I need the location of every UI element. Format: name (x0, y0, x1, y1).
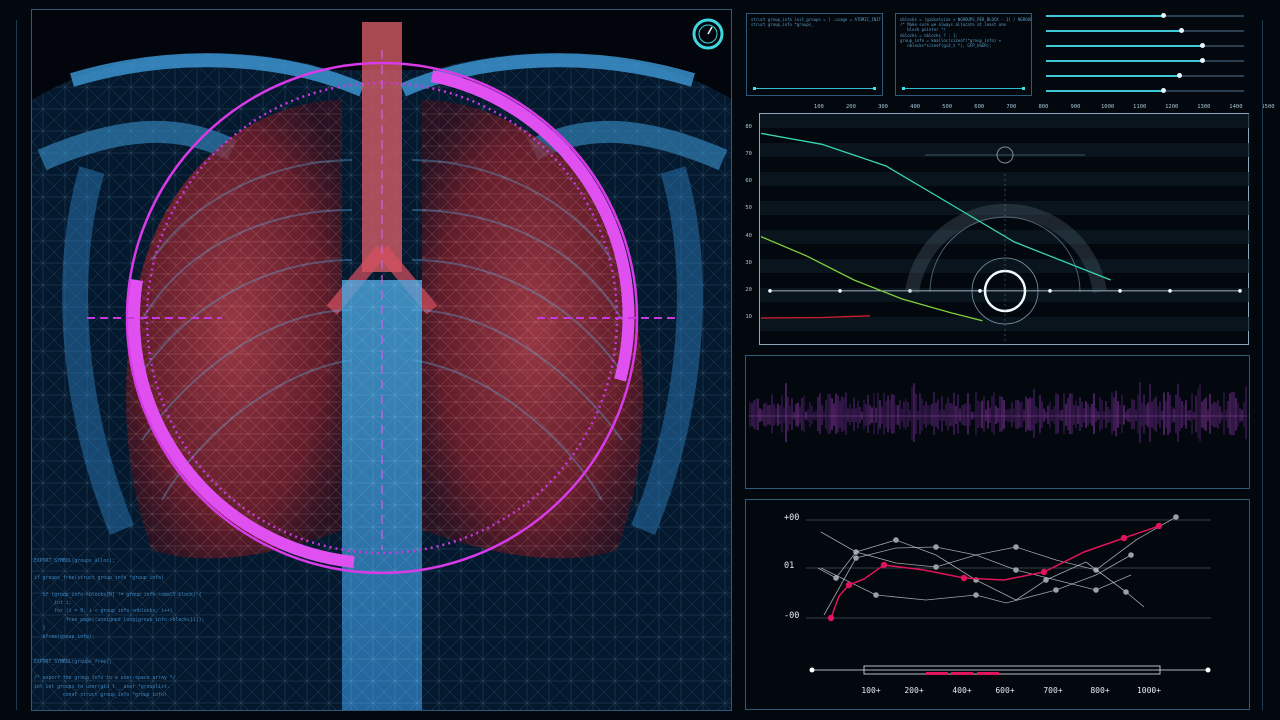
code-line: EXPORT_SYMBOL(groups_free); (34, 659, 112, 665)
chart-x-label: 1000+ (1136, 686, 1162, 695)
series-grey-1 (817, 539, 1145, 608)
chart-x-label: 600+ (995, 686, 1015, 695)
slider[interactable] (1046, 43, 1244, 49)
x-tick-label: 400 (910, 104, 921, 110)
terminal-line: struct group_info *groups_ (751, 22, 814, 28)
graph-curve-1 (760, 236, 983, 322)
line-graph-panel (759, 113, 1250, 346)
code-line: /* export the group_info to a user-space… (34, 676, 176, 682)
code-line: } (34, 626, 46, 632)
terminal-panel-1: struct group_info init_groups = { .usage… (746, 13, 883, 96)
slider-knob[interactable] (1200, 58, 1206, 63)
slider[interactable] (1046, 73, 1244, 79)
slider-knob[interactable] (1176, 73, 1182, 78)
code-line: free_page((unsigned long)group_info->blo… (34, 617, 205, 623)
y-tick-label: 70 (745, 151, 752, 158)
x-tick-label: 600 (974, 104, 985, 110)
x-tick-label: 1100 (1133, 104, 1147, 110)
chart-x-label: 100+ (861, 686, 881, 695)
scan-viewport[interactable]: EXPORT_SYMBOL(groups_alloc);if groups_fr… (31, 9, 732, 711)
right-edge-divider (1262, 20, 1263, 710)
series-accent (830, 525, 1160, 619)
x-tick-label: 500 (942, 104, 953, 110)
code-line: int int groups_to_user(gid_t __user *gro… (34, 684, 170, 690)
chart-x-label: 800+ (1090, 686, 1110, 695)
x-tick-label: 1300 (1197, 104, 1211, 110)
y-tick-label: 80 (745, 124, 752, 130)
y-tick-label: 50 (745, 205, 752, 212)
code-line: EXPORT_SYMBOL(groups_alloc); (34, 559, 115, 564)
slider[interactable] (1046, 58, 1244, 64)
x-tick-label: 300 (878, 104, 888, 110)
chart-y-label: -00 (784, 611, 800, 621)
y-tick-label: 40 (745, 232, 752, 239)
x-tick-label: 1400 (1229, 104, 1243, 110)
chart-y-label: 01 (784, 561, 795, 571)
dial-icon[interactable] (692, 18, 724, 50)
code-line: kfree(group_info); (34, 634, 95, 640)
terminal-panel-2: nblocks = (gidsetsize + NGROUPS_PER_BLOC… (895, 13, 1032, 96)
y-tick-label: 10 (745, 314, 752, 320)
x-tick-label: 900 (1070, 104, 1081, 110)
code-line: int i; (34, 600, 72, 606)
series-grey-0 (820, 516, 1177, 571)
slider-knob[interactable] (1178, 28, 1184, 33)
terminal-line: nblocks*sizeof(gid_t *), GFP_USER); (900, 43, 992, 49)
slider[interactable] (1046, 13, 1244, 19)
slider-knob[interactable] (1200, 43, 1206, 48)
code-line: if (group_info->blocks[0] != group_info-… (34, 592, 202, 598)
chart-x-label: 700+ (1043, 686, 1063, 695)
x-tick-label: 100 (813, 104, 824, 110)
slider-knob[interactable] (1160, 13, 1166, 18)
slider-knob[interactable] (1160, 88, 1166, 93)
x-tick-label: 700 (1006, 104, 1017, 110)
chart-y-label: +00 (784, 513, 800, 523)
trend-chart-panel (745, 499, 1250, 710)
slider[interactable] (1046, 28, 1244, 34)
y-tick-label: 30 (745, 259, 752, 266)
x-tick-label: 1000 (1100, 104, 1115, 110)
code-line: if groups_free(struct group_info *group_… (34, 575, 164, 581)
waveform-panel (745, 355, 1250, 489)
x-tick-label: 1500 (1261, 104, 1275, 110)
x-tick-label: 1200 (1165, 104, 1179, 110)
x-tick-label: 200 (845, 104, 856, 110)
left-edge-divider (16, 20, 17, 710)
y-tick-label: 60 (745, 178, 752, 185)
code-line: for (i = 0; i < group_info->nblocks; i++… (34, 609, 173, 615)
code-line: const struct group_info *group_info) (34, 693, 167, 699)
x-tick-label: 800 (1038, 104, 1049, 110)
y-tick-label: 20 (745, 286, 752, 293)
chart-x-label: 400+ (952, 686, 972, 695)
slider[interactable] (1046, 88, 1244, 94)
source-code-overlay: EXPORT_SYMBOL(groups_alloc);if groups_fr… (34, 558, 234, 701)
chart-x-label: 200+ (904, 686, 924, 695)
